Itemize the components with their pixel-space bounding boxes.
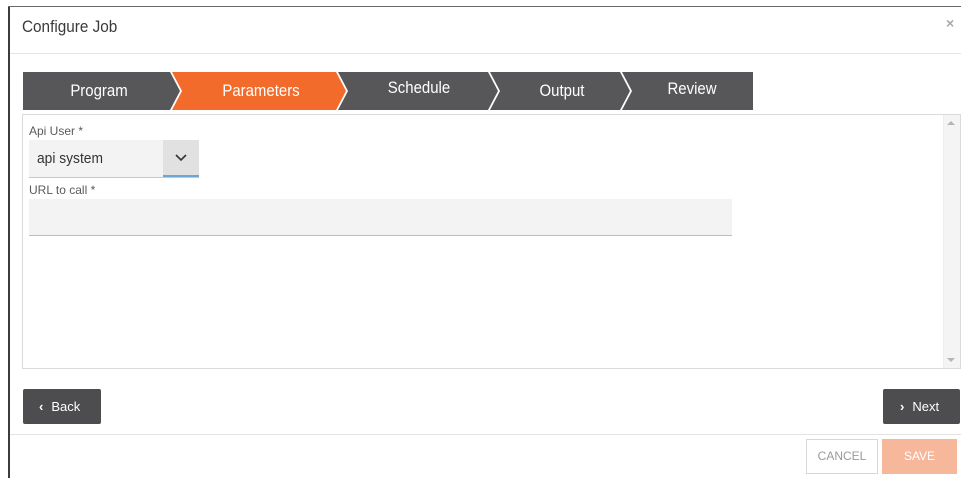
step-schedule[interactable]: Schedule — [354, 69, 484, 107]
step-review[interactable]: Review — [638, 70, 745, 108]
step-program[interactable]: Program — [32, 72, 166, 110]
api-user-label: Api User * — [29, 124, 84, 138]
select-arrow-button[interactable] — [163, 140, 199, 177]
chevron-left-icon: ‹ — [39, 399, 44, 414]
back-button[interactable]: ‹ Back — [23, 389, 101, 424]
step-parameters[interactable]: Parameters — [191, 72, 332, 110]
url-label: URL to call * — [29, 183, 96, 197]
next-button[interactable]: › Next — [883, 389, 960, 424]
url-input[interactable] — [29, 199, 732, 236]
cancel-button[interactable]: CANCEL — [806, 439, 878, 474]
header-divider — [10, 53, 961, 54]
dialog-top-border — [8, 6, 961, 7]
api-user-select[interactable]: api system — [29, 140, 199, 178]
panel-scrollbar[interactable] — [943, 115, 960, 368]
api-user-value: api system — [37, 150, 103, 167]
dialog-left-border — [8, 6, 10, 478]
wizard-steps: Program Parameters Schedule Output Revie… — [23, 72, 753, 110]
scroll-up-arrow[interactable] — [947, 121, 955, 125]
step-output[interactable]: Output — [507, 72, 618, 110]
parameters-panel: Api User * api system URL to call * — [22, 114, 961, 369]
next-label: Next — [912, 399, 940, 414]
scroll-down-arrow[interactable] — [947, 358, 955, 362]
dialog-title: Configure Job — [22, 17, 118, 36]
chevron-down-icon — [175, 154, 187, 162]
close-icon[interactable]: × — [946, 15, 954, 31]
back-label: Back — [51, 399, 81, 414]
configure-job-dialog: Configure Job × Program Parameters Sched… — [0, 0, 961, 478]
save-button[interactable]: SAVE — [882, 439, 957, 474]
chevron-right-icon: › — [900, 399, 905, 414]
footer-divider — [10, 434, 961, 435]
